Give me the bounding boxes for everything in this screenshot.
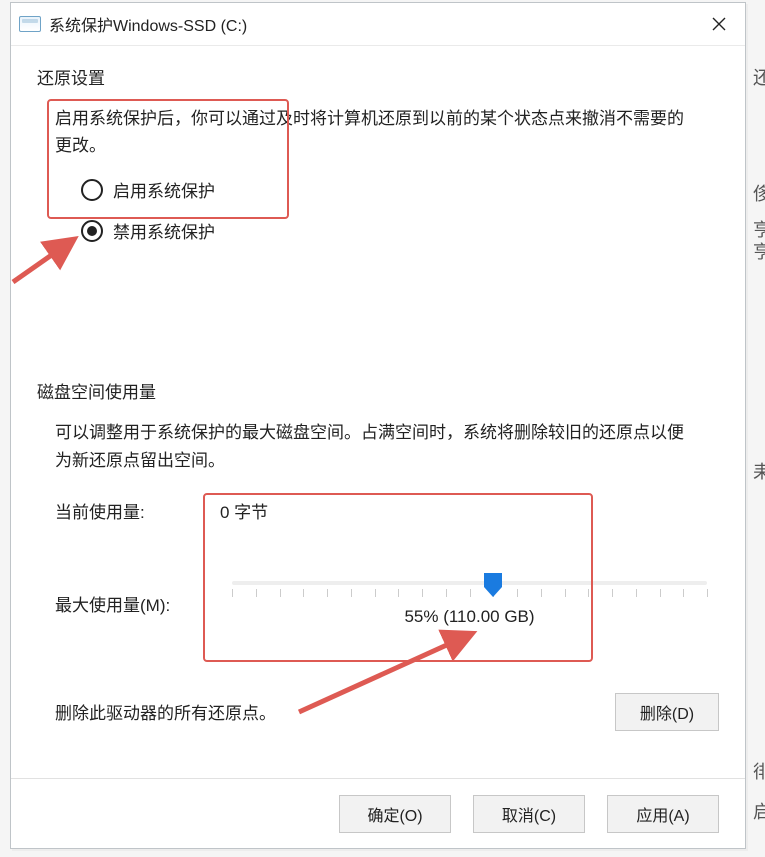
disable-protection-label: 禁用系统保护 xyxy=(113,218,215,243)
radio-icon xyxy=(81,179,103,201)
drive-icon xyxy=(19,16,41,32)
workspace: 系统保护Windows-SSD (C:) 还原设置 启用系统保护后，你可以通过及… xyxy=(0,0,765,857)
ok-button[interactable]: 确定(O) xyxy=(339,795,451,833)
cancel-button[interactable]: 取消(C) xyxy=(473,795,585,833)
system-protection-dialog: 系统保护Windows-SSD (C:) 还原设置 启用系统保护后，你可以通过及… xyxy=(10,2,746,849)
dialog-footer: 确定(O) 取消(C) 应用(A) xyxy=(11,778,745,849)
disk-description: 可以调整用于系统保护的最大磁盘空间。占满空间时，系统将删除较旧的还原点以便为新还… xyxy=(55,419,695,473)
slider-track xyxy=(232,581,707,585)
disk-section-title: 磁盘空间使用量 xyxy=(37,378,719,403)
apply-button[interactable]: 应用(A) xyxy=(607,795,719,833)
max-usage-label: 最大使用量(M): xyxy=(55,591,220,616)
enable-protection-option[interactable]: 启用系统保护 xyxy=(81,177,719,202)
delete-button[interactable]: 删除(D) xyxy=(615,693,719,731)
restore-radio-group: 启用系统保护 禁用系统保护 xyxy=(81,177,719,243)
disable-protection-option[interactable]: 禁用系统保护 xyxy=(81,218,719,243)
restore-section-title: 还原设置 xyxy=(37,64,719,89)
current-usage-label: 当前使用量: xyxy=(55,498,220,523)
title-bar[interactable]: 系统保护Windows-SSD (C:) xyxy=(11,3,745,46)
delete-description: 删除此驱动器的所有还原点。 xyxy=(55,699,276,724)
max-usage-slider[interactable]: 55% (110.00 GB) xyxy=(220,563,719,645)
enable-protection-label: 启用系统保护 xyxy=(113,177,215,202)
current-usage-value: 0 字节 xyxy=(220,498,268,523)
background-window-fragment: 还 侈 亨 亨 耒 徘 启 xyxy=(751,58,765,857)
close-button[interactable] xyxy=(693,3,745,45)
restore-description: 启用系统保护后，你可以通过及时将计算机还原到以前的某个状态点来撤消不需要的更改。 xyxy=(55,105,695,159)
slider-thumb[interactable] xyxy=(484,573,502,597)
close-icon xyxy=(712,17,726,31)
radio-icon xyxy=(81,220,103,242)
window-title: 系统保护Windows-SSD (C:) xyxy=(49,12,247,36)
max-usage-readout: 55% (110.00 GB) xyxy=(232,607,707,627)
